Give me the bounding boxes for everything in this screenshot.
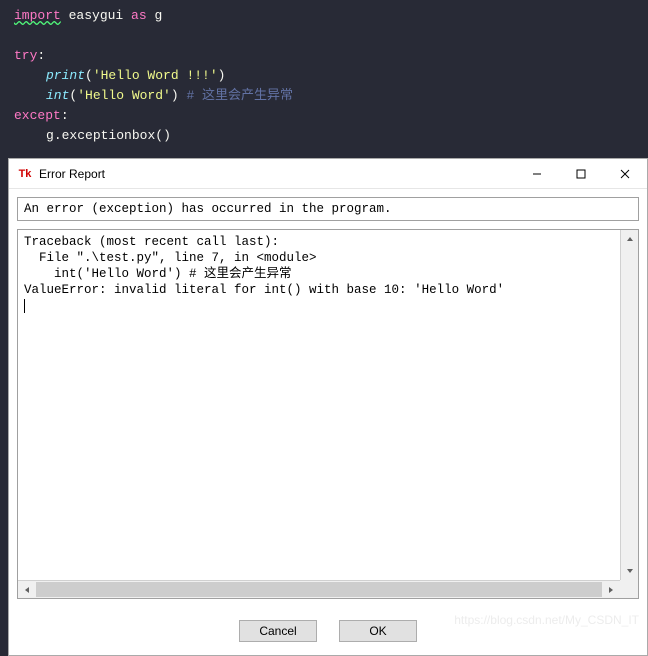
close-button[interactable] [603, 159, 647, 188]
horizontal-scrollbar[interactable] [18, 580, 620, 598]
code-editor: import easygui as g try: print('Hello Wo… [0, 0, 648, 146]
minimize-button[interactable] [515, 159, 559, 188]
dialog-body: An error (exception) has occurred in the… [9, 189, 647, 655]
traceback-box[interactable]: Traceback (most recent call last): File … [17, 229, 639, 599]
keyword-import: import [14, 8, 61, 23]
code-line-3: try: [14, 46, 648, 66]
code-line-7: g.exceptionbox() [14, 126, 648, 146]
scroll-thumb[interactable] [36, 582, 602, 597]
vertical-scrollbar[interactable] [620, 230, 638, 580]
title-buttons [515, 159, 647, 188]
traceback-text[interactable]: Traceback (most recent call last): File … [18, 230, 638, 598]
code-line-1: import easygui as g [14, 6, 648, 26]
maximize-button[interactable] [559, 159, 603, 188]
error-report-dialog: Tk Error Report An error (exception) has… [8, 158, 648, 656]
tk-icon: Tk [17, 166, 33, 182]
scroll-right-icon[interactable] [602, 581, 620, 598]
text-cursor [24, 299, 25, 313]
scroll-corner [620, 580, 638, 598]
ok-button[interactable]: OK [339, 620, 417, 642]
scroll-left-icon[interactable] [18, 581, 36, 598]
cancel-button[interactable]: Cancel [239, 620, 317, 642]
titlebar[interactable]: Tk Error Report [9, 159, 647, 189]
scroll-up-icon[interactable] [621, 230, 638, 248]
code-line-blank [14, 26, 648, 46]
dialog-title: Error Report [39, 167, 515, 181]
button-row: Cancel OK [17, 607, 639, 655]
scroll-down-icon[interactable] [621, 562, 638, 580]
code-line-4: print('Hello Word !!!') [14, 66, 648, 86]
code-line-5: int('Hello Word') # 这里会产生异常 [14, 86, 648, 106]
code-line-6: except: [14, 106, 648, 126]
message-box[interactable]: An error (exception) has occurred in the… [17, 197, 639, 221]
